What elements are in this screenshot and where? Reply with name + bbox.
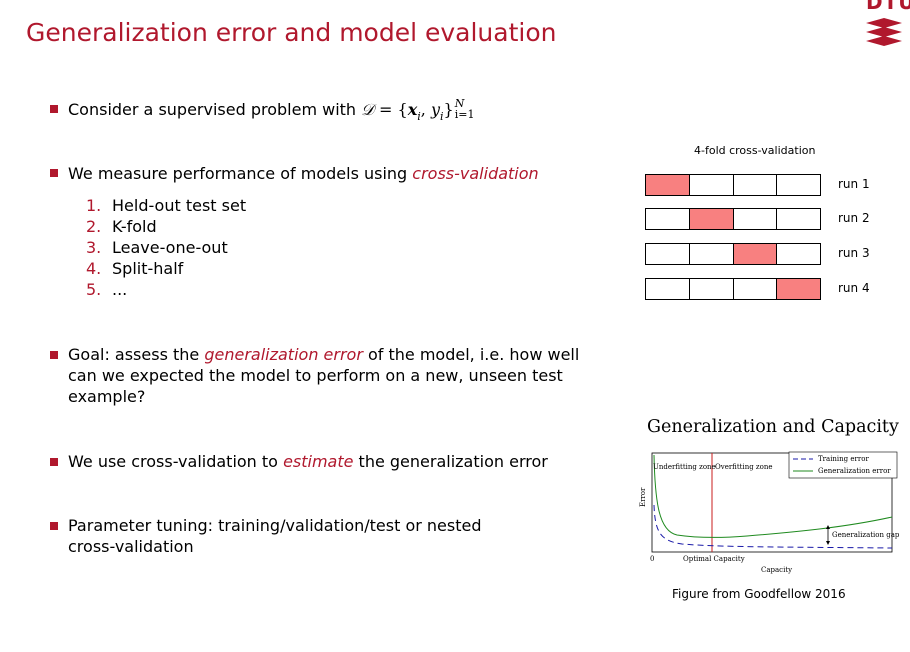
figure-caption: Figure from Goodfellow 2016: [672, 587, 846, 601]
cv-run-row: [645, 208, 821, 230]
bullet-line: can we expected the model to perform on …: [68, 366, 563, 385]
bullet-line: example?: [68, 387, 146, 406]
list-number: 3.: [86, 238, 102, 257]
capacity-plot: Training error Generalization error Unde…: [639, 451, 900, 574]
cv-run-row: [645, 243, 821, 265]
bullet-text: We use cross-validation to: [68, 452, 284, 471]
cv-fold-train: [645, 278, 690, 300]
bullet-marker: [50, 351, 58, 359]
list-label: K-fold: [112, 217, 157, 236]
cv-run-row: [645, 278, 821, 300]
list-item: 2. K-fold: [86, 216, 157, 237]
bullet-text: We measure performance of models using: [68, 164, 413, 183]
bullet-text: of the model, i.e. how well: [362, 345, 580, 364]
bullet-line: Parameter tuning: training/validation/te…: [68, 516, 482, 535]
x-origin-label: 0: [650, 555, 654, 563]
cv-fold-train: [777, 174, 821, 196]
bullet-marker: [50, 458, 58, 466]
bullet-cv: We measure performance of models using c…: [68, 163, 539, 184]
logo-mark-icon: [866, 18, 902, 46]
formula-sup: N: [454, 96, 465, 110]
bullet-emphasis: estimate: [283, 452, 354, 471]
list-item: 1. Held-out test set: [86, 195, 246, 216]
list-item: 4. Split-half: [86, 258, 183, 279]
overfitting-zone-label: Overfitting zone: [715, 463, 772, 471]
dtu-logo: DTU: [862, 0, 910, 52]
cv-fold-held-out: [777, 278, 821, 300]
formula-sep: ,: [420, 100, 431, 119]
underfitting-zone-label: Underfitting zone: [653, 463, 716, 471]
optimal-capacity-label: Optimal Capacity: [683, 555, 745, 563]
bullet-emphasis: generalization error: [204, 345, 363, 364]
bullet-marker: [50, 105, 58, 113]
formula-eq: = {: [373, 100, 408, 119]
cv-fold-train: [733, 278, 778, 300]
cv-fold-train: [689, 278, 734, 300]
slide-title: Generalization error and model evaluatio…: [26, 18, 557, 47]
formula-sub: i=1: [454, 107, 475, 121]
legend-training: Training error: [818, 455, 869, 463]
dataset-formula: 𝒟 = {xi, yi} Ni=1: [361, 96, 475, 124]
list-item: 3. Leave-one-out: [86, 237, 228, 258]
bullet-line: cross-validation: [68, 537, 194, 556]
cv-fold-train: [733, 174, 778, 196]
bullet-problem: Consider a supervised problem with 𝒟 = {…: [68, 96, 475, 124]
list-number: 4.: [86, 259, 102, 278]
list-label: ...: [112, 280, 128, 299]
bullet-goal: Goal: assess the generalization error of…: [68, 344, 579, 407]
y-axis-label: Error: [639, 487, 647, 507]
list-number: 1.: [86, 196, 102, 215]
gap-label: Generalization gap: [832, 531, 900, 539]
formula-set: 𝒟: [361, 100, 374, 119]
formula-y: y: [430, 100, 440, 119]
cv-fold-train: [733, 208, 778, 230]
cv-fold-train: [777, 243, 821, 265]
gap-arrow-head-up: [826, 525, 830, 529]
list-label: Split-half: [112, 259, 184, 278]
cv-fold-train: [689, 174, 734, 196]
legend-generalization: Generalization error: [818, 467, 891, 475]
cv-fold-held-out: [689, 208, 734, 230]
cv-run-label: run 3: [838, 246, 870, 260]
training-error-curve: [653, 504, 893, 549]
formula-x: x: [407, 100, 418, 119]
cv-run-label: run 2: [838, 211, 870, 225]
list-number: 2.: [86, 217, 102, 236]
cv-run-label: run 4: [838, 281, 870, 295]
bullet-text: Goal: assess the: [68, 345, 205, 364]
formula-x-sub: i: [417, 110, 421, 123]
bullet-text: the generalization error: [353, 452, 548, 471]
bullet-text: Consider a supervised problem with: [68, 100, 357, 119]
cv-run-label: run 1: [838, 177, 870, 191]
formula-y-sub: i: [440, 110, 444, 123]
cv-figure-title: 4-fold cross-validation: [694, 144, 816, 157]
cv-fold-train: [645, 208, 690, 230]
capacity-figure-title: Generalization and Capacity: [647, 417, 899, 437]
bullet-marker: [50, 522, 58, 530]
formula-close: }: [443, 100, 454, 119]
list-item: 5....: [86, 279, 127, 300]
bullet-marker: [50, 169, 58, 177]
cv-fold-train: [777, 208, 821, 230]
gap-arrow-head-down: [826, 541, 830, 545]
bullet-line: Goal: assess the generalization error of…: [68, 344, 579, 365]
bullet-estimate: We use cross-validation to estimate the …: [68, 451, 548, 472]
list-label: Leave-one-out: [112, 238, 228, 257]
bullet-emphasis: cross-validation: [412, 164, 539, 183]
cv-fold-held-out: [645, 174, 690, 196]
list-number: 5.: [86, 280, 102, 299]
cv-fold-train: [689, 243, 734, 265]
list-label: Held-out test set: [112, 196, 247, 215]
cv-fold-train: [645, 243, 690, 265]
cv-fold-held-out: [733, 243, 778, 265]
bullet-tuning: Parameter tuning: training/validation/te…: [68, 515, 482, 557]
x-axis-label: Capacity: [761, 566, 792, 574]
cv-run-row: [645, 174, 821, 196]
